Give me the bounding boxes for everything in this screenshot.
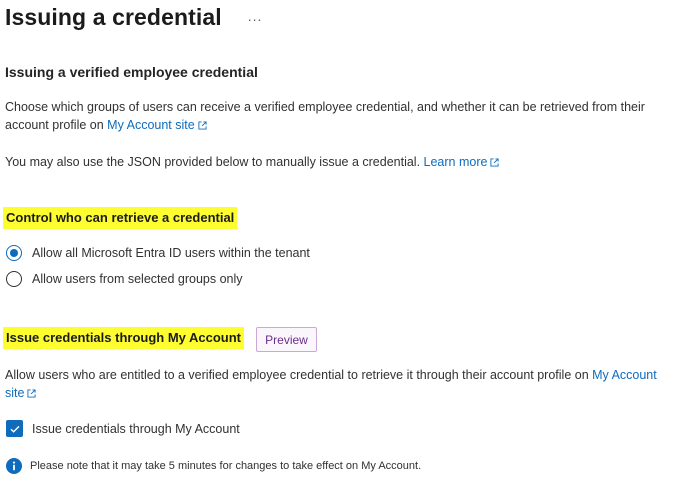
checkmark-icon	[10, 425, 19, 433]
info-icon	[6, 458, 22, 474]
preview-badge: Preview	[256, 327, 317, 352]
external-link-icon	[27, 389, 37, 398]
radio-label-selected-groups: Allow users from selected groups only	[32, 272, 243, 286]
section-heading-my-account: Issue credentials through My Account	[3, 327, 245, 349]
radio-button-selected[interactable]	[6, 245, 22, 261]
json-description: You may also use the JSON provided below…	[5, 153, 675, 171]
radio-label-all-users: Allow all Microsoft Entra ID users withi…	[32, 246, 310, 260]
learn-more-link-label: Learn more	[423, 155, 488, 169]
info-message: Please note that it may take 5 minutes f…	[6, 458, 421, 474]
issuing-description: Choose which groups of users can receive…	[5, 98, 675, 134]
page-header: Issuing a credential ...	[5, 4, 262, 31]
external-link-icon	[198, 121, 207, 130]
issuing-description-text: Choose which groups of users can receive…	[5, 100, 645, 132]
json-description-text: You may also use the JSON provided below…	[5, 155, 424, 169]
radio-option-selected-groups[interactable]: Allow users from selected groups only	[6, 271, 243, 287]
more-icon[interactable]: ...	[248, 8, 263, 24]
my-account-site-link[interactable]: My Account site	[107, 118, 207, 132]
external-link-icon	[490, 158, 500, 167]
section-heading-issuing: Issuing a verified employee credential	[5, 64, 258, 80]
my-account-site-link-label: My Account site	[107, 118, 195, 132]
issue-through-my-account-checkbox-row[interactable]: Issue credentials through My Account	[6, 420, 240, 437]
checkbox-label: Issue credentials through My Account	[32, 421, 240, 436]
info-text: Please note that it may take 5 minutes f…	[30, 460, 422, 472]
radio-button-unselected[interactable]	[6, 271, 22, 287]
radio-option-all-users[interactable]: Allow all Microsoft Entra ID users withi…	[6, 245, 310, 261]
issue-through-my-account-checkbox[interactable]	[6, 420, 23, 437]
page-title: Issuing a credential	[5, 4, 222, 30]
my-account-description-text: Allow users who are entitled to a verifi…	[5, 368, 593, 382]
learn-more-link[interactable]: Learn more	[424, 155, 500, 169]
my-account-description: Allow users who are entitled to a verifi…	[5, 366, 675, 402]
section-heading-control: Control who can retrieve a credential	[3, 207, 238, 229]
